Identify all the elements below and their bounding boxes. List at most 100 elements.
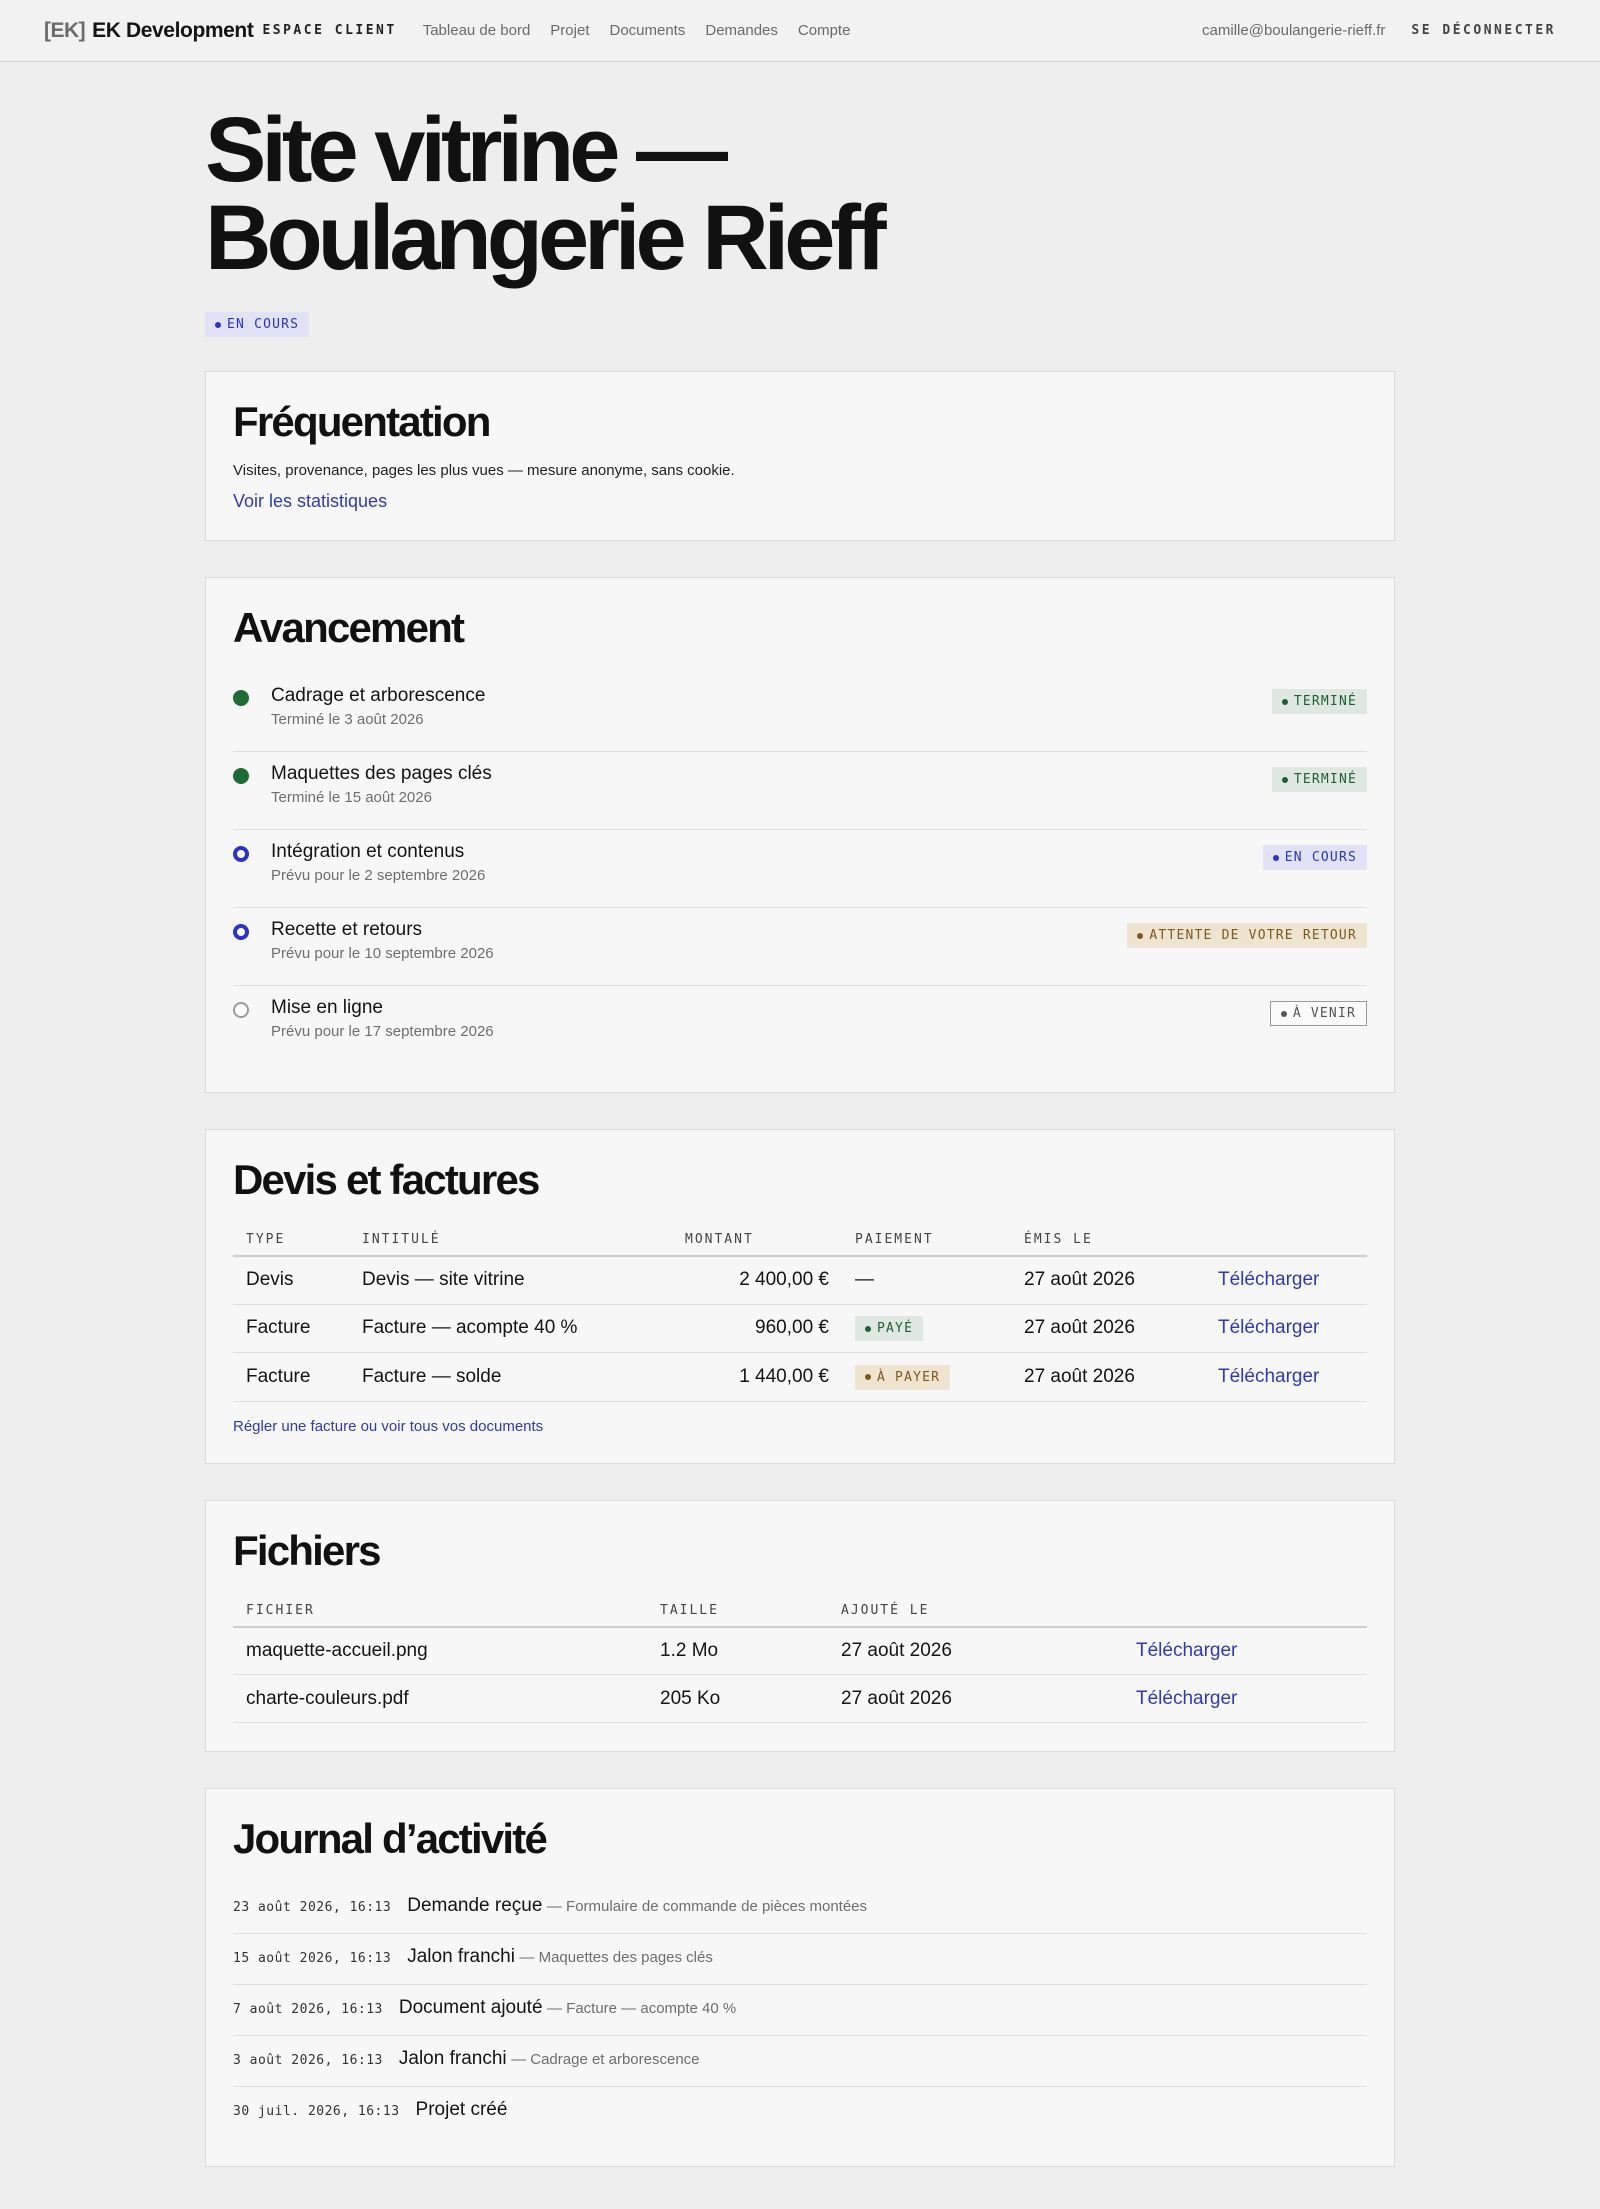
log-title: Jalon franchi <box>398 2048 507 2069</box>
status-dot-icon <box>1137 932 1144 939</box>
log-title: Document ajouté <box>398 1997 543 2018</box>
cell-amount: 2 400,00 € <box>672 1256 842 1305</box>
files-card: Fichiers FICHIER TAILLE AJOUTÉ LE maquet… <box>205 1499 1395 1752</box>
cell-type: Facture <box>233 1352 349 1402</box>
log-detail: — Maquettes des pages clés <box>519 1949 713 1966</box>
status-dot-icon <box>865 1374 871 1380</box>
milestone-status-badge: EN COURS <box>1262 845 1367 870</box>
cell-type: Facture <box>233 1304 349 1353</box>
progress-card: Avancement Cadrage et arborescence Termi… <box>205 577 1395 1093</box>
download-link[interactable]: Télécharger <box>1136 1640 1237 1661</box>
milestone-item: Intégration et contenus Prévu pour le 2 … <box>233 830 1367 908</box>
nav-item-project[interactable]: Projet <box>550 22 589 39</box>
logout-button[interactable]: SE DÉCONNECTER <box>1411 23 1556 38</box>
payment-status-label: PAYÉ <box>877 1321 914 1336</box>
log-entry: 15 août 2026, 16:13 Jalon franchi — Maqu… <box>233 1934 1367 1985</box>
main-nav: Tableau de bord Projet Documents Demande… <box>423 22 851 39</box>
milestone-title: Recette et retours <box>271 919 423 940</box>
milestone-status-label: EN COURS <box>1284 850 1357 865</box>
cell-file-size: 1.2 Mo <box>647 1626 828 1675</box>
milestone-item: Recette et retours Prévu pour le 10 sept… <box>233 908 1367 986</box>
column-header-action <box>1205 1224 1367 1257</box>
download-link[interactable]: Télécharger <box>1218 1317 1319 1338</box>
log-date: 30 juil. 2026, 16:13 <box>233 2104 400 2119</box>
log-title: Jalon franchi <box>407 1946 515 1967</box>
column-header-amount: MONTANT <box>672 1224 842 1257</box>
log-entry: 30 juil. 2026, 16:13 Projet créé <box>233 2087 1367 2138</box>
nav-item-dashboard[interactable]: Tableau de bord <box>423 22 531 39</box>
page-title: Site vitrine — Boulangerie Rieff <box>205 99 887 289</box>
billing-card: Devis et factures TYPE INTITULÉ MONTANT … <box>205 1129 1395 1464</box>
milestone-status-badge: À VENIR <box>1269 1001 1367 1026</box>
cell-label: Devis — site vitrine <box>349 1256 672 1305</box>
cell-file-size: 205 Ko <box>647 1674 828 1723</box>
project-status-badge: EN COURS <box>205 312 310 337</box>
log-title: Projet créé <box>415 2099 508 2120</box>
main-content: Site vitrine — Boulangerie Rieff EN COUR… <box>205 62 1395 2167</box>
column-header-date: ÉMIS LE <box>1011 1224 1205 1257</box>
nav-item-account[interactable]: Compte <box>798 22 851 39</box>
column-header-size: TAILLE <box>647 1594 828 1628</box>
view-stats-link[interactable]: Voir les statistiques <box>233 491 1367 512</box>
brand-logo-mark: [EK] <box>44 18 86 42</box>
log-date: 7 août 2026, 16:13 <box>233 2002 383 2017</box>
nav-item-documents[interactable]: Documents <box>609 22 685 39</box>
table-row: Devis Devis — site vitrine 2 400,00 € — … <box>233 1256 1367 1305</box>
column-header-action <box>1123 1594 1367 1628</box>
log-date: 3 août 2026, 16:13 <box>233 2053 383 2068</box>
progress-title: Avancement <box>233 604 465 651</box>
activity-log-title: Journal d’activité <box>233 1815 548 1862</box>
frequentation-card: Fréquentation Visites, provenance, pages… <box>205 371 1395 541</box>
activity-log-card: Journal d’activité 23 août 2026, 16:13 D… <box>205 1788 1395 2167</box>
frequentation-title: Fréquentation <box>233 398 491 445</box>
activity-log: 23 août 2026, 16:13 Demande reçue — Form… <box>233 1883 1367 2138</box>
payment-status-badge: PAYÉ <box>855 1316 924 1341</box>
all-documents-link[interactable]: Régler une facture ou voir tous vos docu… <box>233 1418 1367 1435</box>
column-header-label: INTITULÉ <box>349 1224 672 1257</box>
milestone-done-icon <box>233 768 249 784</box>
download-link[interactable]: Télécharger <box>1218 1366 1319 1387</box>
log-detail: — Formulaire de commande de pièces monté… <box>546 1898 868 1915</box>
nav-item-requests[interactable]: Demandes <box>705 22 778 39</box>
log-entry: 23 août 2026, 16:13 Demande reçue — Form… <box>233 1883 1367 1934</box>
brand-space-label: ESPACE CLIENT <box>262 23 397 38</box>
milestone-date: Terminé le 3 août 2026 <box>271 711 424 728</box>
frequentation-description: Visites, provenance, pages les plus vues… <box>233 462 735 479</box>
milestone-title: Cadrage et arborescence <box>271 685 486 706</box>
status-dot-icon <box>865 1325 871 1332</box>
files-title: Fichiers <box>233 1526 381 1574</box>
billing-table: TYPE INTITULÉ MONTANT PAIEMENT ÉMIS LE D… <box>233 1224 1367 1402</box>
status-dot-icon <box>215 321 221 328</box>
milestone-item: Cadrage et arborescence Terminé le 3 aoû… <box>233 674 1367 752</box>
milestone-title: Mise en ligne <box>271 997 383 1018</box>
log-entry: 3 août 2026, 16:13 Jalon franchi — Cadra… <box>233 2036 1367 2087</box>
milestone-status-label: À VENIR <box>1292 1006 1356 1021</box>
milestone-status-label: ATTENTE DE VOTRE RETOUR <box>1149 928 1357 943</box>
milestone-date: Prévu pour le 17 septembre 2026 <box>271 1023 494 1040</box>
column-header-type: TYPE <box>233 1224 349 1257</box>
milestone-date: Prévu pour le 10 septembre 2026 <box>271 945 494 962</box>
milestone-title: Intégration et contenus <box>271 841 465 862</box>
cell-file-date: 27 août 2026 <box>828 1626 1123 1675</box>
payment-status-label: À PAYER <box>877 1369 941 1385</box>
brand-name: EK Development <box>92 18 254 42</box>
cell-date: 27 août 2026 <box>1011 1352 1205 1402</box>
cell-file-name: maquette-accueil.png <box>233 1626 647 1675</box>
table-row: Facture Facture — solde 1 440,00 € À PAY… <box>233 1352 1367 1402</box>
billing-title: Devis et factures <box>233 1156 540 1203</box>
milestone-date: Terminé le 15 août 2026 <box>271 789 432 806</box>
log-entry: 7 août 2026, 16:13 Document ajouté — Fac… <box>233 1985 1367 2036</box>
brand[interactable]: [EK] EK Development ESPACE CLIENT <box>44 19 397 43</box>
cell-date: 27 août 2026 <box>1011 1256 1205 1305</box>
log-detail: — Facture — acompte 40 % <box>547 2000 737 2017</box>
milestone-current-icon <box>233 924 249 940</box>
project-status-label: EN COURS <box>227 317 300 332</box>
column-header-payment: PAIEMENT <box>842 1224 1011 1257</box>
cell-payment: — <box>842 1256 1011 1305</box>
milestone-upcoming-icon <box>233 1002 249 1018</box>
cell-file-name: charte-couleurs.pdf <box>233 1674 647 1723</box>
milestone-status-label: TERMINÉ <box>1293 694 1357 709</box>
log-title: Demande reçue <box>407 1895 543 1916</box>
download-link[interactable]: Télécharger <box>1136 1688 1237 1709</box>
download-link[interactable]: Télécharger <box>1218 1269 1319 1290</box>
